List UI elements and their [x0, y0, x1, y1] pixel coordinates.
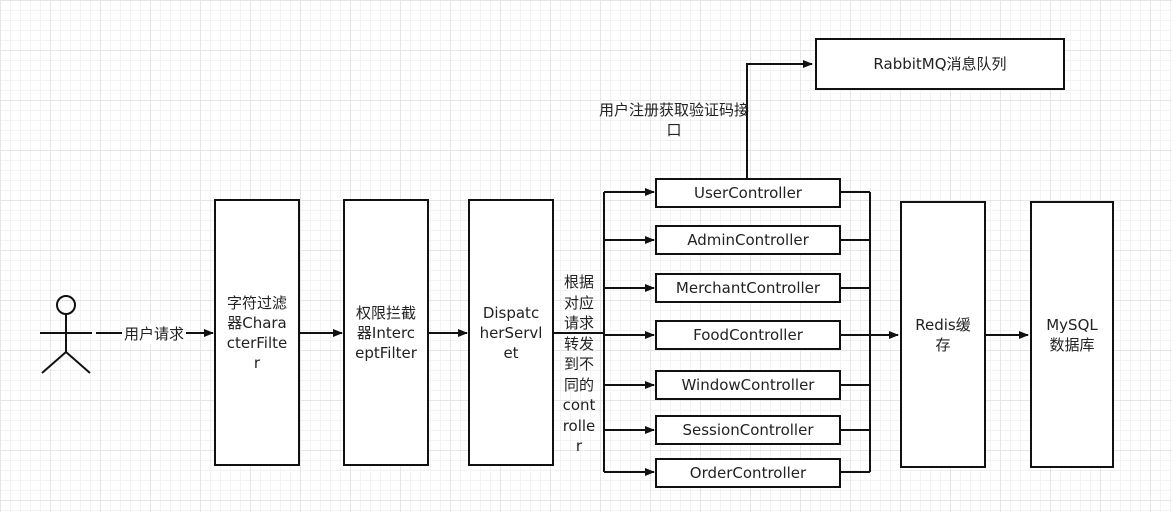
- redis-cache-box: Redis缓存: [900, 201, 986, 468]
- intercept-filter-label: 权限拦截器InterceptFilter: [355, 303, 417, 362]
- controller-to-cache-lines: [840, 191, 871, 473]
- mq-interface-label: 用户注册获取验证码接口: [598, 101, 749, 139]
- redis-cache-label: Redis缓存: [915, 315, 971, 354]
- controller-box-session: SessionController: [655, 415, 841, 445]
- mysql-database-box: MySQL数据库: [1030, 201, 1114, 468]
- mysql-database-label: MySQL数据库: [1046, 315, 1098, 354]
- controller-box-merchant: MerchantController: [655, 273, 841, 303]
- controller-label-user: UserController: [694, 184, 802, 202]
- user-request-label: 用户请求: [122, 324, 187, 344]
- controller-box-order: OrderController: [655, 458, 841, 488]
- character-filter-box: 字符过滤器CharacterFilter: [214, 199, 300, 466]
- controller-box-admin: AdminController: [655, 225, 841, 255]
- controller-label-admin: AdminController: [687, 231, 809, 249]
- dispatch-label: 根据对应请求转发到不同的controller: [562, 273, 596, 455]
- character-filter-label: 字符过滤器CharacterFilter: [226, 293, 288, 372]
- controller-label-food: FoodController: [693, 326, 803, 344]
- arrow-user-to-rabbitmq: [746, 60, 813, 178]
- controller-label-window: WindowController: [681, 376, 815, 394]
- user-actor-icon: [40, 295, 92, 374]
- dispatcher-servlet-label: DispatcherServlet: [479, 303, 543, 362]
- controller-box-food: FoodController: [655, 320, 841, 350]
- controller-box-user: UserController: [655, 178, 841, 208]
- dispatch-arrows: [604, 188, 655, 476]
- dispatcher-servlet-box: DispatcherServlet: [468, 199, 554, 466]
- rabbitmq-box: RabbitMQ消息队列: [815, 38, 1065, 90]
- controller-label-session: SessionController: [682, 421, 814, 439]
- controller-label-merchant: MerchantController: [675, 279, 821, 297]
- controller-box-window: WindowController: [655, 370, 841, 400]
- controller-label-order: OrderController: [689, 464, 807, 482]
- rabbitmq-label: RabbitMQ消息队列: [873, 55, 1007, 73]
- intercept-filter-box: 权限拦截器InterceptFilter: [343, 199, 429, 466]
